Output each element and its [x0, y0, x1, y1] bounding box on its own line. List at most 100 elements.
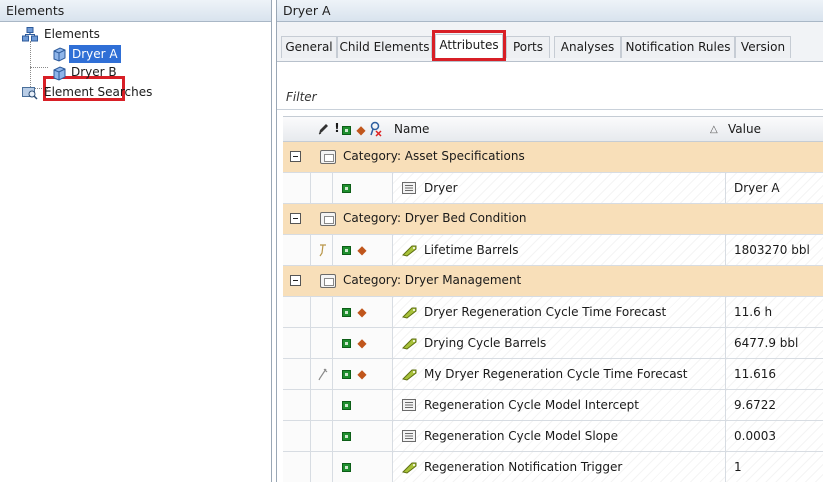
- table-icon: [402, 430, 416, 442]
- value-cell[interactable]: 9.6722: [726, 390, 823, 420]
- grid-header: ! ◆ Name △ Value: [283, 116, 823, 142]
- tree-node-label: Dryer A: [69, 45, 121, 63]
- element-tree: Elements Dryer A Dryer B Element Searche…: [0, 22, 271, 103]
- pi-tag-icon: [402, 307, 417, 319]
- row-spacer: [283, 173, 311, 203]
- attribute-row[interactable]: ◆ Drying Cycle Barrels 6477.9 bbl: [283, 328, 823, 359]
- name-cell[interactable]: Regeneration Notification Trigger: [393, 452, 726, 482]
- attribute-value: 6477.9 bbl: [734, 336, 799, 350]
- value-cell[interactable]: 0.0003: [726, 421, 823, 451]
- row-spacer: [283, 421, 311, 451]
- collapse-icon[interactable]: [290, 213, 301, 224]
- filter-input[interactable]: Filter: [286, 90, 317, 104]
- data-reference-icon[interactable]: ◆: [354, 123, 368, 137]
- tab-analyses[interactable]: Analyses: [554, 36, 621, 58]
- expander-cell[interactable]: [283, 142, 311, 172]
- config-status-icon: [342, 401, 351, 410]
- config-status-icon: [342, 370, 351, 379]
- row-spacer: [283, 390, 311, 420]
- collapse-icon[interactable]: [290, 151, 301, 162]
- tree-node-dryer-a[interactable]: Dryer A: [0, 44, 271, 65]
- sort-ascending-icon: △: [710, 124, 718, 135]
- value-cell[interactable]: 6477.9 bbl: [726, 328, 823, 358]
- category-row[interactable]: Category: Dryer Bed Condition: [283, 204, 823, 235]
- name-cell[interactable]: Lifetime Barrels: [393, 235, 726, 265]
- value-cell[interactable]: 1: [726, 452, 823, 482]
- expander-cell[interactable]: [283, 204, 311, 234]
- config-status-icon: [342, 308, 351, 317]
- element-detail-title: Dryer A: [277, 0, 823, 22]
- pi-tag-icon: [402, 369, 417, 381]
- status-icons-cell: ◆: [333, 359, 393, 389]
- attribute-name: Regeneration Notification Trigger: [424, 460, 623, 474]
- flag-cell: [311, 173, 333, 203]
- tab-version[interactable]: Version: [735, 36, 791, 58]
- filter-bar[interactable]: Filter: [277, 84, 823, 110]
- category-label: Category: Asset Specifications: [343, 149, 525, 163]
- attribute-row[interactable]: Dryer Dryer A: [283, 173, 823, 204]
- highlight-box-attributes-tab: [432, 30, 506, 61]
- status-icons-cell: ◆: [333, 297, 393, 327]
- name-cell[interactable]: Drying Cycle Barrels: [393, 328, 726, 358]
- value-cell[interactable]: 11.616: [726, 359, 823, 389]
- value-cell[interactable]: 1803270 bbl: [726, 235, 823, 265]
- category-row[interactable]: Category: Dryer Management: [283, 266, 823, 297]
- attribute-row[interactable]: Regeneration Cycle Model Intercept 9.6722: [283, 390, 823, 421]
- tab-strip: General Child Elements Attributes Ports …: [277, 22, 823, 62]
- attribute-row[interactable]: ◆ My Dryer Regeneration Cycle Time Foreca…: [283, 359, 823, 390]
- pi-tag-icon: [402, 462, 417, 474]
- column-header-value[interactable]: Value: [728, 122, 761, 136]
- row-spacer: [283, 297, 311, 327]
- attribute-row[interactable]: Regeneration Notification Trigger 1: [283, 452, 823, 482]
- tab-notification-rules[interactable]: Notification Rules: [621, 36, 735, 58]
- attribute-value: Dryer A: [734, 181, 780, 195]
- attributes-grid: ! ◆ Name △ Value Category: Asset Specifi…: [283, 116, 823, 482]
- name-cell[interactable]: Regeneration Cycle Model Intercept: [393, 390, 726, 420]
- data-reference-icon: ◆: [357, 305, 367, 319]
- tab-general[interactable]: General: [281, 36, 337, 58]
- flag-cell: [311, 390, 333, 420]
- config-status-icon: [342, 184, 351, 193]
- tree-node-element-searches[interactable]: Element Searches: [0, 84, 271, 103]
- column-header-name[interactable]: Name: [394, 122, 429, 136]
- attribute-name: Drying Cycle Barrels: [424, 336, 547, 350]
- elements-hierarchy-icon: [22, 27, 38, 42]
- pencil-icon[interactable]: [316, 121, 330, 137]
- status-icons-cell: ◆: [333, 328, 393, 358]
- attribute-row[interactable]: ◆ Dryer Regeneration Cycle Time Forecast 1…: [283, 297, 823, 328]
- tab-ports[interactable]: Ports: [506, 36, 550, 58]
- name-cell[interactable]: Dryer: [393, 173, 726, 203]
- tab-child-elements[interactable]: Child Elements: [337, 36, 432, 58]
- flag-cell: [311, 235, 333, 265]
- expander-cell[interactable]: [283, 266, 311, 296]
- attribute-row[interactable]: ◆ Lifetime Barrels 1803270 bbl: [283, 235, 823, 266]
- category-row[interactable]: Category: Asset Specifications: [283, 142, 823, 173]
- config-status-icon: [342, 463, 351, 472]
- status-icons-cell: ◆: [333, 235, 393, 265]
- value-cell[interactable]: 11.6 h: [726, 297, 823, 327]
- name-cell[interactable]: Dryer Regeneration Cycle Time Forecast: [393, 297, 726, 327]
- excluded-icon[interactable]: [369, 121, 383, 137]
- category-icon: [320, 150, 336, 164]
- element-cube-icon: [53, 47, 66, 62]
- tree-node-label: Element Searches: [44, 85, 153, 99]
- data-reference-icon: ◆: [357, 243, 367, 257]
- name-cell[interactable]: My Dryer Regeneration Cycle Time Forecas…: [393, 359, 726, 389]
- flag-cell: [311, 359, 333, 389]
- status-icons-cell: [333, 390, 393, 420]
- flag-cell: [311, 328, 333, 358]
- attribute-row[interactable]: Regeneration Cycle Model Slope 0.0003: [283, 421, 823, 452]
- config-status-icon: [342, 339, 351, 348]
- config-status-icon[interactable]: [342, 126, 351, 135]
- name-cell[interactable]: Regeneration Cycle Model Slope: [393, 421, 726, 451]
- table-icon: [402, 182, 416, 194]
- tree-node-dryer-b[interactable]: Dryer B: [0, 65, 271, 84]
- attribute-name: Regeneration Cycle Model Slope: [424, 429, 619, 443]
- tree-node-elements[interactable]: Elements: [0, 25, 271, 44]
- status-icons-cell: [333, 452, 393, 482]
- collapse-icon[interactable]: [290, 275, 301, 286]
- attribute-value: 11.616: [734, 367, 776, 381]
- value-cell[interactable]: Dryer A: [726, 173, 823, 203]
- flag-cell: [311, 421, 333, 451]
- row-spacer: [283, 328, 311, 358]
